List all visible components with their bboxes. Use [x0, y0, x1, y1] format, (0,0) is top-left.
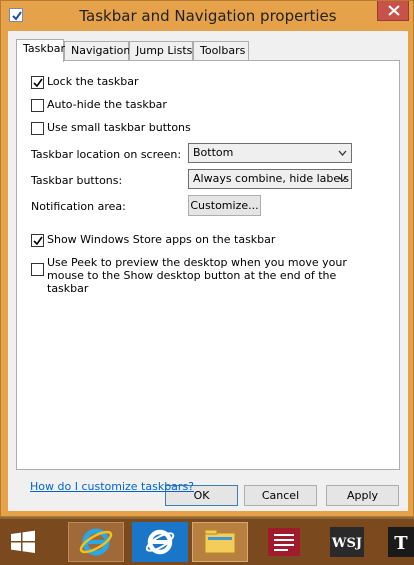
close-button[interactable]	[377, 1, 409, 21]
show-store-apps-option[interactable]: Show Windows Store apps on the taskbar	[31, 233, 275, 247]
wsj-text: WSJ	[331, 536, 362, 551]
notification-label: Notification area:	[31, 200, 126, 213]
tab-navigation[interactable]: Navigation	[64, 41, 130, 61]
tab-jump-lists[interactable]: Jump Lists	[129, 41, 193, 61]
red-app-taskbar-button[interactable]	[256, 522, 312, 562]
use-peek-option[interactable]: Use Peek to preview the desktop when you…	[31, 256, 377, 295]
nyt-text: T	[394, 533, 408, 554]
buttons-label: Taskbar buttons:	[31, 174, 123, 187]
title-bar[interactable]: Taskbar and Navigation properties	[1, 1, 414, 35]
start-button[interactable]	[0, 522, 46, 562]
wsj-taskbar-button[interactable]: WSJ	[320, 522, 376, 562]
small-buttons-option[interactable]: Use small taskbar buttons	[31, 121, 191, 135]
small-buttons-label: Use small taskbar buttons	[47, 121, 191, 134]
internet-explorer-icon	[79, 528, 113, 556]
lock-taskbar-checkbox[interactable]	[31, 76, 44, 89]
cancel-button[interactable]: Cancel	[244, 485, 317, 506]
file-explorer-taskbar-button[interactable]	[192, 522, 248, 562]
auto-hide-checkbox[interactable]	[31, 99, 44, 112]
wsj-icon: WSJ	[330, 527, 364, 557]
taskbar-tab-panel: Lock the taskbar Auto-hide the taskbar U…	[16, 60, 400, 493]
auto-hide-option[interactable]: Auto-hide the taskbar	[31, 98, 167, 112]
nyt-icon: T	[388, 527, 414, 557]
tab-toolbars[interactable]: Toolbars	[193, 41, 249, 61]
close-icon	[388, 5, 400, 16]
show-store-apps-checkbox[interactable]	[31, 234, 44, 247]
help-link[interactable]: How do I customize taskbars?	[30, 480, 194, 493]
lock-taskbar-label: Lock the taskbar	[47, 75, 139, 88]
location-select-value: Bottom	[193, 146, 234, 159]
use-peek-label: Use Peek to preview the desktop when you…	[47, 256, 347, 295]
red-app-icon	[268, 528, 300, 556]
chevron-down-icon	[338, 150, 347, 156]
small-buttons-checkbox[interactable]	[31, 122, 44, 135]
use-peek-checkbox[interactable]	[31, 263, 44, 276]
window-title: Taskbar and Navigation properties	[79, 7, 337, 25]
properties-window: Taskbar and Navigation properties Taskba…	[0, 0, 414, 517]
start-icon	[11, 530, 35, 553]
checkmark-icon	[33, 78, 43, 88]
buttons-select-value: Always combine, hide labels	[193, 172, 349, 185]
file-explorer-icon	[204, 529, 236, 554]
location-select[interactable]: Bottom	[188, 143, 352, 163]
customize-button[interactable]: Customize...	[188, 195, 261, 216]
taskbar: WSJ T	[0, 519, 414, 565]
nyt-taskbar-button[interactable]: T	[384, 522, 414, 562]
internet-explorer-metro-icon	[145, 529, 175, 555]
internet-explorer-taskbar-button[interactable]	[68, 522, 124, 562]
show-store-apps-label: Show Windows Store apps on the taskbar	[47, 233, 276, 246]
location-label: Taskbar location on screen:	[31, 148, 182, 161]
tab-taskbar[interactable]: Taskbar	[16, 39, 65, 62]
dialog-client-area: Taskbar Navigation Jump Lists Toolbars L…	[8, 31, 408, 511]
lock-taskbar-option[interactable]: Lock the taskbar	[31, 75, 139, 89]
buttons-select[interactable]: Always combine, hide labels	[188, 169, 352, 189]
internet-explorer-metro-taskbar-button[interactable]	[132, 522, 188, 562]
apply-button[interactable]: Apply	[326, 485, 399, 506]
auto-hide-label: Auto-hide the taskbar	[47, 98, 167, 111]
chevron-down-icon	[338, 176, 347, 182]
checkmark-icon	[33, 236, 43, 246]
